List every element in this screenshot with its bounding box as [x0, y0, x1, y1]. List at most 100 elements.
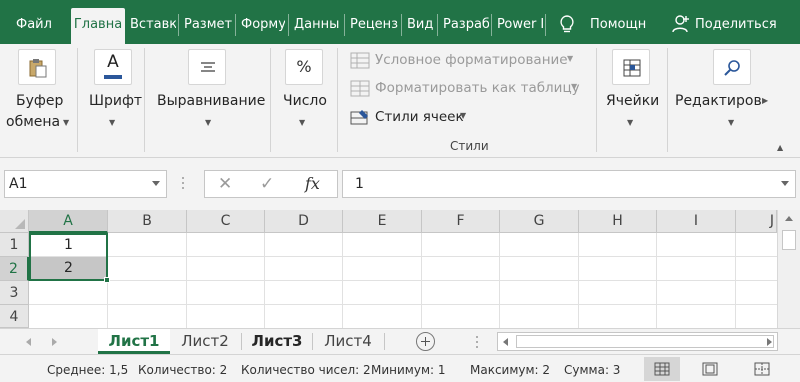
- column-header-i[interactable]: I: [657, 210, 736, 233]
- page-layout-icon: [702, 362, 718, 376]
- expand-formula-bar-icon[interactable]: [781, 181, 789, 186]
- align-center-icon: [201, 62, 215, 72]
- normal-view-button[interactable]: [644, 357, 680, 381]
- column-header-f[interactable]: F: [422, 210, 500, 233]
- cells-label[interactable]: Ячейки: [606, 93, 659, 109]
- tab-page-layout[interactable]: Размет: [182, 8, 233, 44]
- chevron-down-icon[interactable]: ▼: [205, 118, 211, 127]
- page-break-view-button[interactable]: [744, 357, 780, 381]
- format-table-icon: [350, 80, 370, 97]
- chevron-down-icon[interactable]: ▼: [299, 118, 305, 127]
- ribbon-separator: [596, 48, 597, 152]
- scrollbar-thumb[interactable]: [516, 335, 774, 348]
- chevron-right-icon[interactable]: ▶: [762, 96, 768, 105]
- row-header-3[interactable]: 3: [0, 281, 29, 305]
- selection-border: [29, 233, 108, 281]
- alignment-button[interactable]: [188, 49, 226, 85]
- formula-buttons: ✕ ✓ fx: [204, 170, 338, 198]
- select-all-button[interactable]: [0, 210, 29, 233]
- search-icon: [724, 60, 740, 76]
- editing-label[interactable]: Редактиров: [675, 93, 762, 109]
- scroll-left-icon[interactable]: [503, 338, 508, 346]
- chevron-down-icon: ▼: [460, 111, 467, 120]
- cell-a3[interactable]: [30, 281, 107, 304]
- cell-styles-label: Стили ячеек: [375, 109, 464, 125]
- tab-data[interactable]: Данны: [292, 8, 342, 44]
- grid-view-icon: [654, 362, 670, 376]
- chevron-down-icon[interactable]: [152, 181, 160, 186]
- lightbulb-icon[interactable]: [558, 14, 576, 34]
- sheet-tab-bar: Лист1 Лист2 Лист3 Лист4: [0, 328, 800, 354]
- person-share-icon[interactable]: [672, 14, 690, 34]
- tab-review[interactable]: Реценз: [348, 8, 399, 44]
- ribbon-separator: [667, 48, 668, 152]
- vertical-scrollbar[interactable]: [777, 210, 800, 328]
- chevron-down-icon[interactable]: ▼: [63, 118, 69, 127]
- name-box[interactable]: A1: [4, 170, 167, 198]
- next-sheet-icon[interactable]: [52, 338, 57, 346]
- add-sheet-button[interactable]: [416, 332, 435, 351]
- page-layout-view-button[interactable]: [692, 357, 728, 381]
- collapse-ribbon-icon[interactable]: ▲: [777, 143, 783, 152]
- tab-view[interactable]: Вид: [405, 8, 435, 44]
- formula-bar: A1 ✕ ✓ fx 1: [0, 158, 800, 210]
- tab-file[interactable]: Файл: [14, 8, 54, 44]
- column-header-g[interactable]: G: [500, 210, 579, 233]
- sheet-tab-2[interactable]: Лист2: [170, 329, 240, 354]
- scrollbar-thumb[interactable]: [782, 230, 796, 250]
- editing-button[interactable]: [713, 49, 751, 85]
- grid-line: [29, 280, 777, 281]
- ribbon-tab-bar: Файл Главна Вставк Размет Форму Данны Ре…: [0, 0, 800, 44]
- tab-separator: [401, 14, 402, 36]
- chevron-down-icon[interactable]: ▼: [109, 118, 115, 127]
- tab-help[interactable]: Помощн: [588, 8, 650, 44]
- row-header-4[interactable]: 4: [0, 305, 29, 328]
- column-header-h[interactable]: H: [579, 210, 657, 233]
- check-icon[interactable]: ✓: [260, 174, 274, 194]
- tab-insert[interactable]: Вставк: [128, 8, 176, 44]
- sheet-tab-3[interactable]: Лист3: [242, 329, 312, 354]
- alignment-label[interactable]: Выравнивание: [157, 93, 265, 109]
- column-header-e[interactable]: E: [343, 210, 422, 233]
- tab-power-pivot[interactable]: Power I: [495, 8, 543, 44]
- cancel-icon[interactable]: ✕: [218, 174, 232, 194]
- row-header-1[interactable]: 1: [0, 233, 29, 257]
- name-box-value: A1: [9, 176, 28, 192]
- column-header-c[interactable]: C: [187, 210, 265, 233]
- resize-handle-icon[interactable]: [181, 176, 185, 190]
- insert-function-icon[interactable]: fx: [305, 174, 320, 193]
- scroll-up-icon[interactable]: [785, 216, 793, 221]
- column-header-d[interactable]: D: [265, 210, 343, 233]
- cell-styles-icon: [350, 110, 368, 125]
- font-button[interactable]: A: [94, 49, 132, 85]
- column-header-j[interactable]: J: [736, 210, 777, 233]
- clipboard-button[interactable]: [18, 49, 56, 85]
- tab-split-handle-icon[interactable]: [475, 335, 479, 349]
- cells-button[interactable]: [612, 49, 650, 85]
- horizontal-scrollbar[interactable]: [497, 332, 778, 351]
- column-header-b[interactable]: B: [108, 210, 187, 233]
- clipboard-label-line2[interactable]: обмена: [6, 114, 60, 130]
- tab-formulas[interactable]: Форму: [239, 8, 285, 44]
- tab-developer[interactable]: Разраб: [441, 8, 489, 44]
- column-header-a[interactable]: A: [29, 210, 108, 233]
- fill-handle[interactable]: [104, 277, 110, 283]
- sheet-tab-1[interactable]: Лист1: [98, 329, 170, 354]
- styles-group-caption: Стили: [450, 139, 489, 153]
- formula-input[interactable]: 1: [342, 170, 796, 198]
- tab-home[interactable]: Главна: [71, 8, 125, 44]
- chevron-down-icon: ▼: [567, 54, 574, 63]
- chevron-down-icon[interactable]: ▼: [627, 118, 633, 127]
- sheet-tab-4[interactable]: Лист4: [313, 329, 383, 354]
- previous-sheet-icon[interactable]: [26, 338, 31, 346]
- clipboard-icon: [29, 59, 47, 78]
- chevron-down-icon[interactable]: ▼: [728, 118, 734, 127]
- share-button[interactable]: Поделиться: [693, 8, 779, 44]
- number-button[interactable]: %: [285, 49, 323, 85]
- scroll-right-icon[interactable]: [767, 338, 772, 346]
- row-header-2[interactable]: 2: [0, 257, 29, 281]
- cell-b1[interactable]: [108, 234, 186, 256]
- status-count: Количество: 2: [138, 363, 228, 377]
- font-label[interactable]: Шрифт: [89, 93, 142, 109]
- number-label[interactable]: Число: [283, 93, 327, 109]
